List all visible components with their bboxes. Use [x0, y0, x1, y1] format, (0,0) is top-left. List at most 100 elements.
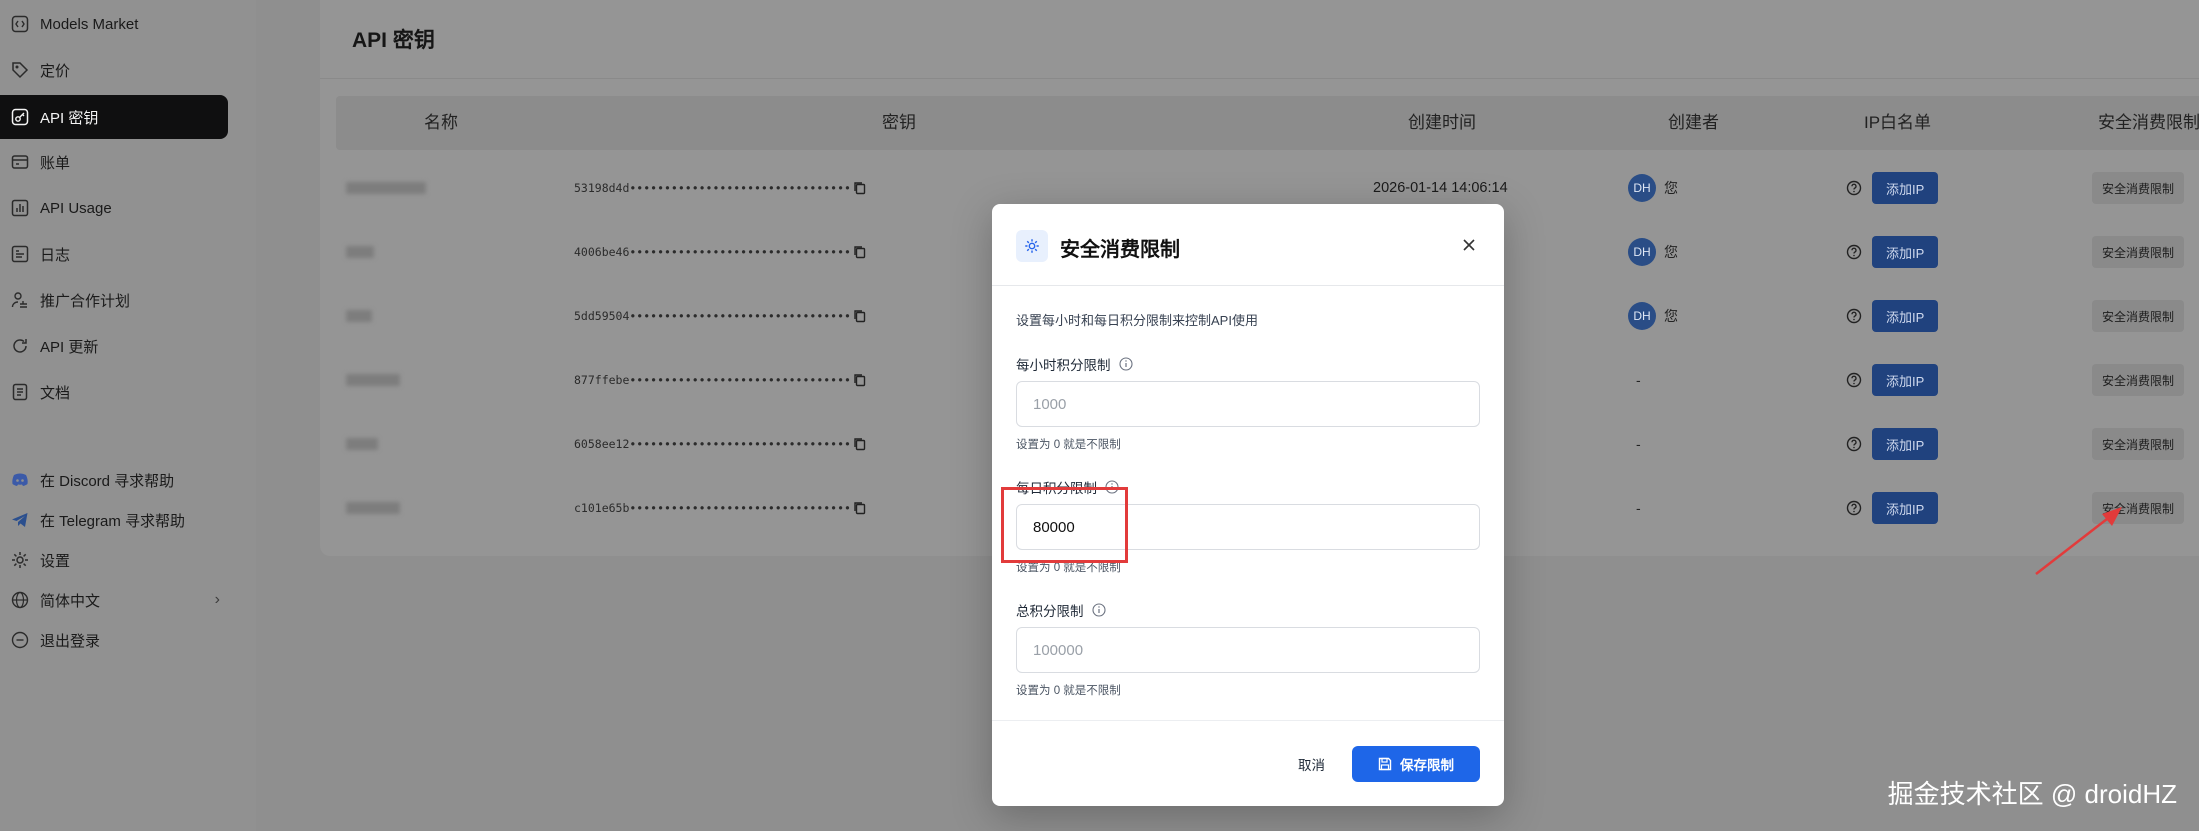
copy-icon[interactable]	[852, 500, 868, 516]
creator-label: -	[1636, 500, 1641, 516]
help-icon[interactable]	[1846, 244, 1862, 260]
help-icon[interactable]	[1846, 372, 1862, 388]
logout-icon	[10, 630, 30, 650]
discord-icon	[10, 470, 30, 490]
add-ip-button[interactable]: 添加IP	[1872, 428, 1939, 460]
avatar: DH	[1628, 302, 1656, 330]
dialog-description: 设置每小时和每日积分限制来控制API使用	[1016, 313, 1258, 328]
sidebar-item-api-updates[interactable]: API 更新	[0, 324, 228, 368]
copy-icon[interactable]	[852, 308, 868, 324]
sidebar-item-logout[interactable]: 退出登录	[0, 618, 228, 662]
copy-icon[interactable]	[852, 180, 868, 196]
spending-limit-button[interactable]: 安全消费限制	[2092, 236, 2185, 268]
code-box-icon	[10, 14, 30, 34]
sidebar-item-models-market[interactable]: Models Market	[0, 2, 228, 46]
divider	[992, 720, 1504, 721]
watermark: 掘金技术社区 @ droidHZ	[1887, 779, 2177, 809]
sidebar-item-api-usage[interactable]: API Usage	[0, 186, 228, 230]
sidebar-item-label: API 密钥	[40, 109, 99, 127]
sidebar-item-docs[interactable]: 文档	[0, 370, 228, 414]
sidebar-item-language[interactable]: 简体中文 ›	[0, 578, 228, 622]
creator-label: -	[1636, 436, 1641, 452]
save-button[interactable]: 保存限制	[1352, 746, 1480, 782]
api-key-value: 53198d4d••••••••••••••••••••••••••••••••	[574, 181, 851, 195]
sidebar-item-label: 文档	[40, 384, 71, 402]
log-icon	[10, 244, 30, 264]
cancel-button[interactable]: 取消	[1288, 746, 1335, 782]
sidebar-item-discord[interactable]: 在 Discord 寻求帮助	[0, 458, 228, 502]
field-label-text: 每小时积分限制	[1016, 358, 1111, 373]
info-icon[interactable]	[1091, 603, 1106, 617]
creator-label: 您	[1664, 180, 1678, 196]
sidebar-item-label: 账单	[40, 154, 71, 172]
sidebar-item-label: 在 Telegram 寻求帮助	[40, 512, 186, 530]
info-icon[interactable]	[1118, 357, 1133, 371]
total-limit-label: 总积分限制	[1016, 600, 1106, 620]
column-header-key: 密钥	[882, 113, 916, 132]
column-header-ip-whitelist: IP白名单	[1864, 113, 1932, 132]
add-ip-button[interactable]: 添加IP	[1872, 364, 1939, 396]
bar-chart-icon	[10, 198, 30, 218]
help-icon[interactable]	[1846, 436, 1862, 452]
handshake-icon	[10, 290, 30, 310]
dialog-title: 安全消费限制	[1060, 239, 1180, 261]
add-ip-button[interactable]: 添加IP	[1872, 492, 1939, 524]
gear-icon	[1016, 230, 1048, 262]
sidebar-item-settings[interactable]: 设置	[0, 538, 228, 582]
add-ip-button[interactable]: 添加IP	[1872, 172, 1939, 204]
column-header-spending-limit: 安全消费限制	[2098, 113, 2199, 132]
sidebar-item-label: 简体中文	[40, 592, 101, 610]
redacted-name	[346, 182, 426, 194]
sidebar-item-label: 推广合作计划	[40, 292, 131, 310]
spending-limit-button[interactable]: 安全消费限制	[2092, 364, 2185, 396]
sidebar-item-label: Models Market	[40, 15, 139, 33]
sidebar-item-label: 日志	[40, 246, 71, 264]
save-icon	[1378, 757, 1392, 771]
sidebar-item-label: 在 Discord 寻求帮助	[40, 472, 175, 490]
sidebar-item-logs[interactable]: 日志	[0, 232, 228, 276]
sidebar-item-label: 定价	[40, 62, 71, 80]
chevron-right-icon: ›	[214, 591, 220, 608]
hourly-limit-input[interactable]	[1016, 381, 1480, 427]
creator-label: -	[1636, 372, 1641, 388]
save-button-label: 保存限制	[1400, 758, 1454, 773]
add-ip-button[interactable]: 添加IP	[1872, 300, 1939, 332]
api-key-value: 4006be46••••••••••••••••••••••••••••••••	[574, 245, 851, 259]
document-icon	[10, 382, 30, 402]
sidebar-item-label: API 更新	[40, 338, 99, 356]
copy-icon[interactable]	[852, 372, 868, 388]
avatar: DH	[1628, 174, 1656, 202]
spending-limit-button[interactable]: 安全消费限制	[2092, 428, 2185, 460]
sidebar: Models Market 定价 API 密钥 账单 API Usage 日志 …	[0, 0, 256, 831]
total-limit-help: 设置为 0 就是不限制	[1016, 685, 1121, 697]
annotation-arrow-icon	[2035, 507, 2122, 575]
sidebar-item-label: 退出登录	[40, 632, 101, 650]
sidebar-item-affiliate[interactable]: 推广合作计划	[0, 278, 228, 322]
sidebar-item-label: API Usage	[40, 199, 112, 217]
api-key-value: 6058ee12••••••••••••••••••••••••••••••••	[574, 437, 851, 451]
total-limit-input[interactable]	[1016, 627, 1480, 673]
copy-icon[interactable]	[852, 244, 868, 260]
add-ip-button[interactable]: 添加IP	[1872, 236, 1939, 268]
annotation-highlight-box	[1001, 487, 1128, 563]
help-icon[interactable]	[1846, 308, 1862, 324]
sidebar-item-api-keys[interactable]: API 密钥	[0, 95, 228, 139]
sidebar-item-telegram[interactable]: 在 Telegram 寻求帮助	[0, 498, 228, 542]
spending-limit-button[interactable]: 安全消费限制	[2092, 300, 2185, 332]
api-key-value: c101e65b••••••••••••••••••••••••••••••••	[574, 501, 851, 515]
creator-label: 您	[1664, 244, 1678, 260]
divider	[320, 78, 2199, 79]
telegram-icon	[10, 510, 30, 530]
page-title: API 密钥	[352, 29, 435, 52]
dialog-header: 安全消费限制	[992, 204, 1504, 286]
price-tag-icon	[10, 60, 30, 80]
help-icon[interactable]	[1846, 180, 1862, 196]
spending-limit-button[interactable]: 安全消费限制	[2092, 172, 2185, 204]
sidebar-item-billing[interactable]: 账单	[0, 140, 228, 184]
copy-icon[interactable]	[852, 436, 868, 452]
help-icon[interactable]	[1846, 500, 1862, 516]
close-icon[interactable]	[1458, 234, 1480, 256]
column-header-creator: 创建者	[1668, 113, 1719, 132]
sidebar-item-label: 设置	[40, 552, 71, 570]
sidebar-item-pricing[interactable]: 定价	[0, 48, 228, 92]
